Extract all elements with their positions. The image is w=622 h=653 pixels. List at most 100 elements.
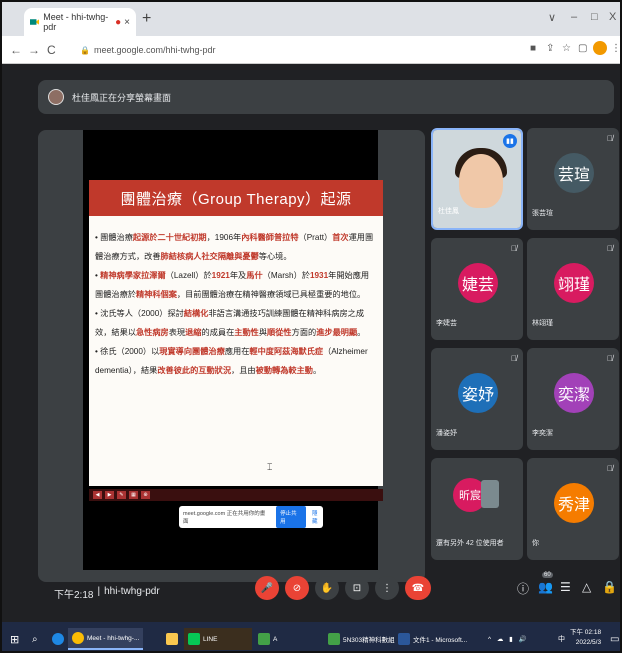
meeting-separator: |: [97, 586, 101, 597]
profile-avatar[interactable]: [593, 41, 607, 55]
camera-off-button[interactable]: ⊘: [285, 576, 309, 600]
slide-text: • 徐氏（2000）以: [95, 347, 160, 356]
slide-paragraph: • 徐氏（2000）以現實導向團體治療應用在輕中度阿茲海默氏症（Alzheime…: [95, 342, 377, 380]
mic-muted-icon: 🎙̸: [511, 244, 517, 253]
tab-title: Meet - hhi-twhg-pdr: [43, 12, 109, 32]
leave-call-button[interactable]: ☎: [405, 576, 431, 600]
participant-name: 潘姿妤: [436, 430, 457, 437]
slide-text: 年及: [229, 271, 247, 280]
reload-button[interactable]: C: [47, 43, 56, 57]
meeting-info-button[interactable]: ⓘ: [517, 580, 529, 597]
camera-indicator-icon[interactable]: ■: [530, 43, 536, 54]
browser-tab-strip: Meet - hhi-twhg-pdr ● × + ∨ – □ X: [2, 2, 620, 36]
menu-kebab-icon[interactable]: ⋮: [611, 43, 620, 54]
participant-name: 李奕潔: [532, 430, 553, 437]
slide-highlight: 內科醫師普拉特: [241, 233, 299, 242]
participant-tile-you[interactable]: 🎙̸ 秀津 你: [527, 458, 619, 560]
participant-avatar: 翊瑾: [554, 263, 594, 303]
slide-text: ，目前團體治療在精神醫療領域已具極重要的地位。: [176, 290, 366, 299]
bookmark-star-icon[interactable]: ☆: [562, 43, 571, 54]
taskbar-item-chrome[interactable]: Meet - hhi-twhg-...: [68, 628, 144, 650]
mic-muted-icon: 🎙̸: [607, 134, 613, 143]
close-tab-icon[interactable]: ×: [124, 17, 130, 28]
forward-button[interactable]: →: [28, 43, 40, 57]
mic-off-button[interactable]: 🎤: [255, 576, 279, 600]
slideshow-next-icon[interactable]: ▶: [105, 491, 114, 499]
participant-tile-others[interactable]: 昕宸 還有另外 42 位使用者: [431, 458, 523, 560]
mouse-cursor-icon: ⌶: [267, 462, 273, 472]
slide-highlight: 進步最明顯: [316, 328, 358, 337]
close-window-button[interactable]: X: [609, 11, 616, 23]
participant-avatar: 姿妤: [458, 373, 498, 413]
participant-tile[interactable]: 🎙̸ 翊瑾 林翊瑾: [527, 238, 619, 340]
meeting-details: 下午2:18 | hhi-twhg-pdr: [54, 586, 160, 601]
present-button[interactable]: ⊡: [345, 576, 369, 600]
line-icon: [188, 633, 200, 645]
more-options-button[interactable]: ⋮: [375, 576, 399, 600]
tab-panel-icon[interactable]: ▢: [578, 43, 587, 54]
participant-tile[interactable]: 🎙̸ 姿妤 潘姿妤: [431, 348, 523, 450]
url-text: meet.google.com/hhi-twhg-pdr: [93, 45, 216, 55]
slide-text: 表現: [168, 328, 186, 337]
host-controls-icon[interactable]: 🔒: [602, 580, 617, 594]
taskbar-item-a[interactable]: A: [258, 628, 318, 650]
browser-tab-meet[interactable]: Meet - hhi-twhg-pdr ● ×: [24, 8, 136, 36]
camera-off-icon: ⊘: [292, 582, 302, 594]
taskbar-item-line[interactable]: LINE: [184, 628, 252, 650]
slide-text: • 沈氏等人（2000）探討: [95, 309, 184, 318]
share-icon[interactable]: ⇪: [546, 43, 554, 54]
url-field[interactable]: 🔒 meet.google.com/hhi-twhg-pdr: [80, 40, 510, 60]
restore-button[interactable]: □: [591, 11, 598, 23]
meeting-code: hhi-twhg-pdr: [104, 586, 160, 597]
tab-search-icon[interactable]: ∨: [548, 11, 556, 24]
people-icon[interactable]: 👥: [538, 580, 553, 594]
stop-sharing-button[interactable]: 停止共用: [276, 506, 307, 528]
taskbar-label: Meet - hhi-twhg-...: [87, 634, 140, 642]
app-icon: [258, 633, 270, 645]
mic-muted-icon: 🎙̸: [607, 354, 613, 363]
slide-highlight: 退縮: [185, 328, 202, 337]
notifications-icon[interactable]: ▭: [610, 628, 619, 650]
participant-avatar: 秀津: [554, 483, 594, 523]
taskbar-clock[interactable]: 下午 02:18 2022/5/3: [570, 628, 601, 648]
activities-icon[interactable]: △: [582, 580, 591, 594]
slide-highlight: 1921: [211, 271, 230, 280]
file-explorer-icon[interactable]: [166, 628, 181, 650]
participant-tile[interactable]: 🎙̸ 芸瑄 張芸瑄: [527, 128, 619, 230]
edge-icon[interactable]: [52, 628, 67, 650]
minimize-button[interactable]: –: [571, 11, 577, 23]
mic-off-icon: 🎤: [260, 582, 274, 594]
slideshow-zoom-icon[interactable]: ⊕: [141, 491, 150, 499]
taskbar-item-word[interactable]: 文件1 - Microsoft...: [398, 628, 467, 650]
participant-name: 你: [532, 540, 539, 547]
participant-avatar: 婕芸: [458, 263, 498, 303]
participant-tile[interactable]: 🎙̸ 奕潔 李奕潔: [527, 348, 619, 450]
taskbar-item-group[interactable]: 5N303精神科數組: [328, 628, 395, 650]
meeting-time: 下午2:18: [54, 590, 94, 601]
start-icon[interactable]: ⊞: [10, 628, 19, 650]
search-icon[interactable]: ⌕: [32, 628, 38, 650]
slideshow-pen-icon[interactable]: ✎: [117, 491, 126, 499]
shared-screen: 團體治療（Group Therapy）起源 • 團體治療起源於二十世紀初期，19…: [83, 130, 383, 570]
slide-highlight: 改善彼此的互動狀況: [157, 366, 232, 375]
new-tab-button[interactable]: +: [142, 10, 151, 28]
slideshow-grid-icon[interactable]: ▦: [129, 491, 138, 499]
slide-paragraph: • 團體治療起源於二十世紀初期，1906年內科醫師普拉特（Pratt）首次運用團…: [95, 228, 377, 266]
slideshow-prev-icon[interactable]: ◀: [93, 491, 102, 499]
hide-popup-button[interactable]: 隱藏: [312, 509, 323, 525]
back-button[interactable]: ←: [10, 43, 22, 57]
folder-icon: [166, 633, 178, 645]
participant-tile-self-video[interactable]: ▮▮ 杜佳鳳: [431, 128, 523, 230]
ime-indicator[interactable]: 中: [558, 628, 565, 650]
clock-time: 下午 02:18: [570, 629, 602, 636]
chat-icon[interactable]: ☰: [560, 580, 571, 594]
raise-hand-button[interactable]: ✋: [315, 576, 339, 600]
address-bar-row: ← → C 🔒 meet.google.com/hhi-twhg-pdr ■ ⇪…: [2, 36, 620, 64]
participant-avatar: 芸瑄: [554, 153, 594, 193]
participant-tile[interactable]: 🎙̸ 婕芸 李婕芸: [431, 238, 523, 340]
slide-text: ，且由: [231, 366, 256, 375]
lock-icon: 🔒: [80, 45, 90, 55]
slide-body: • 團體治療起源於二十世紀初期，1906年內科醫師普拉特（Pratt）首次運用團…: [95, 228, 377, 380]
slide-highlight: 馬什: [246, 271, 263, 280]
system-tray-icons[interactable]: ^ ☁ ▮ 🔊: [488, 628, 529, 650]
